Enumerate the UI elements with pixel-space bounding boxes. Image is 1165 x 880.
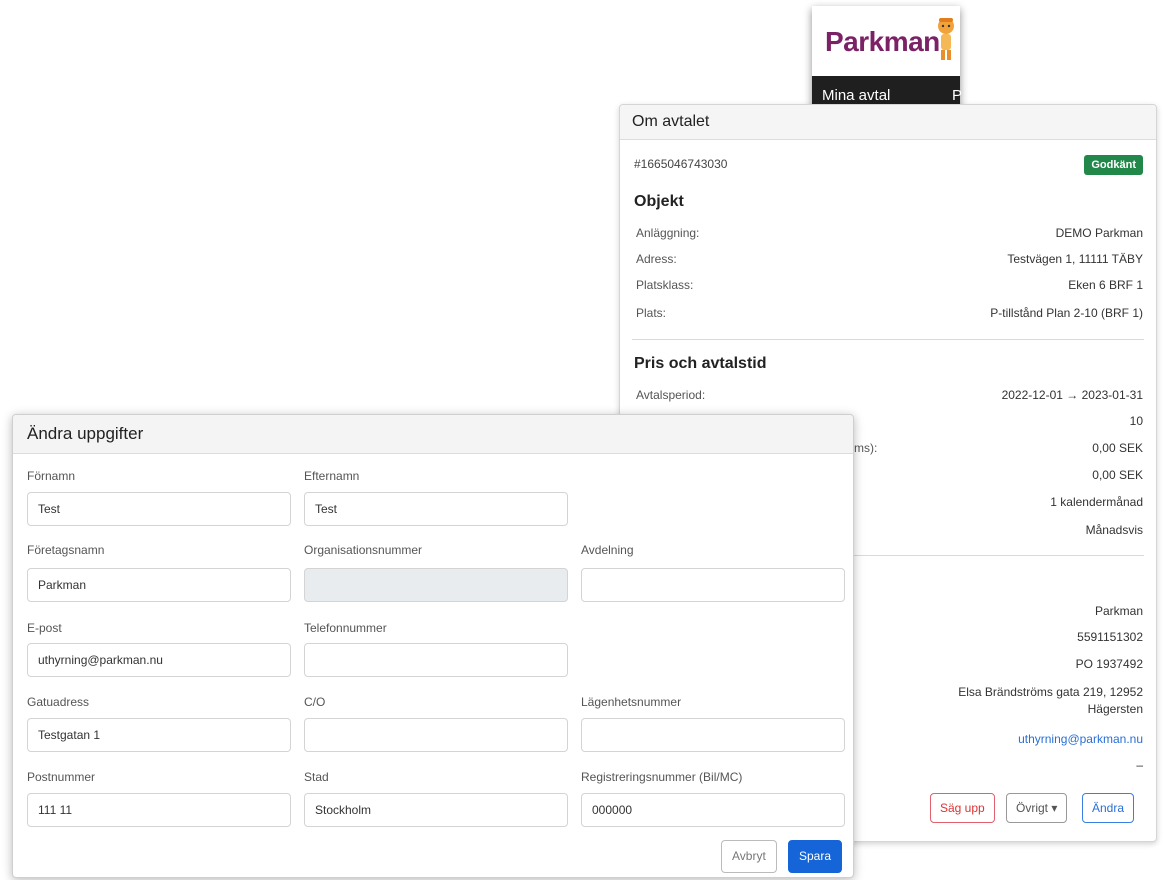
- brand-name: Parkman: [825, 26, 940, 57]
- firstname-label: Förnamn: [27, 469, 76, 483]
- nav-item-next[interactable]: P: [952, 87, 962, 104]
- row-label-spot: Plats:: [636, 306, 667, 320]
- co-input[interactable]: [304, 718, 568, 752]
- status-badge: Godkänt: [1084, 155, 1143, 175]
- lastname-input[interactable]: [304, 492, 568, 526]
- regnr-input[interactable]: [581, 793, 845, 827]
- apartment-label: Lägenhetsnummer: [581, 695, 682, 709]
- section-title-object: Objekt: [634, 193, 684, 210]
- city-input[interactable]: [304, 793, 568, 827]
- divider: [632, 339, 1144, 340]
- row-value-count: 10: [1129, 414, 1143, 428]
- card-header: Om avtalet: [620, 105, 1156, 140]
- other-dropdown-button[interactable]: Övrigt ▾: [1006, 793, 1068, 823]
- tenant-empty: –: [1136, 758, 1143, 772]
- nav-item-my-contracts[interactable]: Mina avtal: [822, 87, 890, 104]
- row-label-period: Avtalsperiod:: [636, 388, 706, 402]
- row-value-period: 2022-12-01 → 2023-01-31: [1001, 388, 1143, 402]
- phone-label: Telefonnummer: [304, 621, 387, 635]
- street-input[interactable]: [27, 718, 291, 752]
- modal-title: Ändra uppgifter: [13, 415, 853, 454]
- edit-details-modal: Ändra uppgifter Förnamn Efternamn Företa…: [12, 414, 854, 878]
- email-input[interactable]: [27, 643, 291, 677]
- row-value-price-2: 0,00 SEK: [1092, 468, 1143, 482]
- cancel-button[interactable]: Avbryt: [721, 840, 777, 873]
- row-label-partial: ms):: [854, 441, 878, 455]
- company-label: Företagsnamn: [27, 543, 105, 557]
- row-value-billing: Månadsvis: [1085, 523, 1143, 537]
- tenant-orgnr: 5591151302: [1077, 630, 1143, 644]
- tenant-address: Elsa Brändströms gata 219, 12952: [958, 685, 1143, 699]
- tenant-city: Hägersten: [1087, 702, 1143, 716]
- brand-header: Parkman Mina avtal P: [812, 6, 962, 114]
- contract-id: #1665046743030: [634, 157, 728, 171]
- row-value-class: Eken 6 BRF 1: [1068, 278, 1143, 292]
- phone-input[interactable]: [304, 643, 568, 677]
- row-label-facility: Anläggning:: [636, 226, 700, 240]
- regnr-label: Registreringsnummer (Bil/MC): [581, 770, 743, 784]
- row-value-spot: P-tillstånd Plan 2-10 (BRF 1): [990, 306, 1143, 320]
- department-label: Avdelning: [581, 543, 634, 557]
- firstname-input[interactable]: [27, 492, 291, 526]
- save-button[interactable]: Spara: [788, 840, 843, 873]
- row-value-address: Testvägen 1, 11111 TÄBY: [1007, 252, 1143, 266]
- tenant-email-link[interactable]: uthyrning@parkman.nu: [1018, 732, 1143, 746]
- section-title-price: Pris och avtalstid: [634, 355, 767, 372]
- row-value-notice: 1 kalendermånad: [1050, 495, 1143, 509]
- terminate-button[interactable]: Säg upp: [930, 793, 995, 823]
- company-input[interactable]: [27, 568, 291, 602]
- lastname-label: Efternamn: [304, 469, 360, 483]
- edit-button[interactable]: Ändra: [1082, 793, 1135, 823]
- logo[interactable]: Parkman: [812, 6, 960, 76]
- city-label: Stad: [304, 770, 329, 784]
- tenant-po: PO 1937492: [1075, 657, 1143, 671]
- row-value-facility: DEMO Parkman: [1055, 226, 1143, 240]
- orgnr-label: Organisationsnummer: [304, 543, 423, 557]
- street-label: Gatuadress: [27, 695, 90, 709]
- co-label: C/O: [304, 695, 326, 709]
- email-label: E-post: [27, 621, 62, 635]
- orgnr-input: [304, 568, 568, 602]
- row-label-address: Adress:: [636, 252, 677, 266]
- department-input[interactable]: [581, 568, 845, 602]
- tenant-company: Parkman: [1094, 604, 1143, 618]
- row-label-class: Platsklass:: [636, 278, 694, 292]
- apartment-input[interactable]: [581, 718, 845, 752]
- postal-input[interactable]: [27, 793, 291, 827]
- postal-label: Postnummer: [27, 770, 96, 784]
- mascot-icon: [938, 18, 954, 60]
- row-value-price-1: 0,00 SEK: [1092, 441, 1143, 455]
